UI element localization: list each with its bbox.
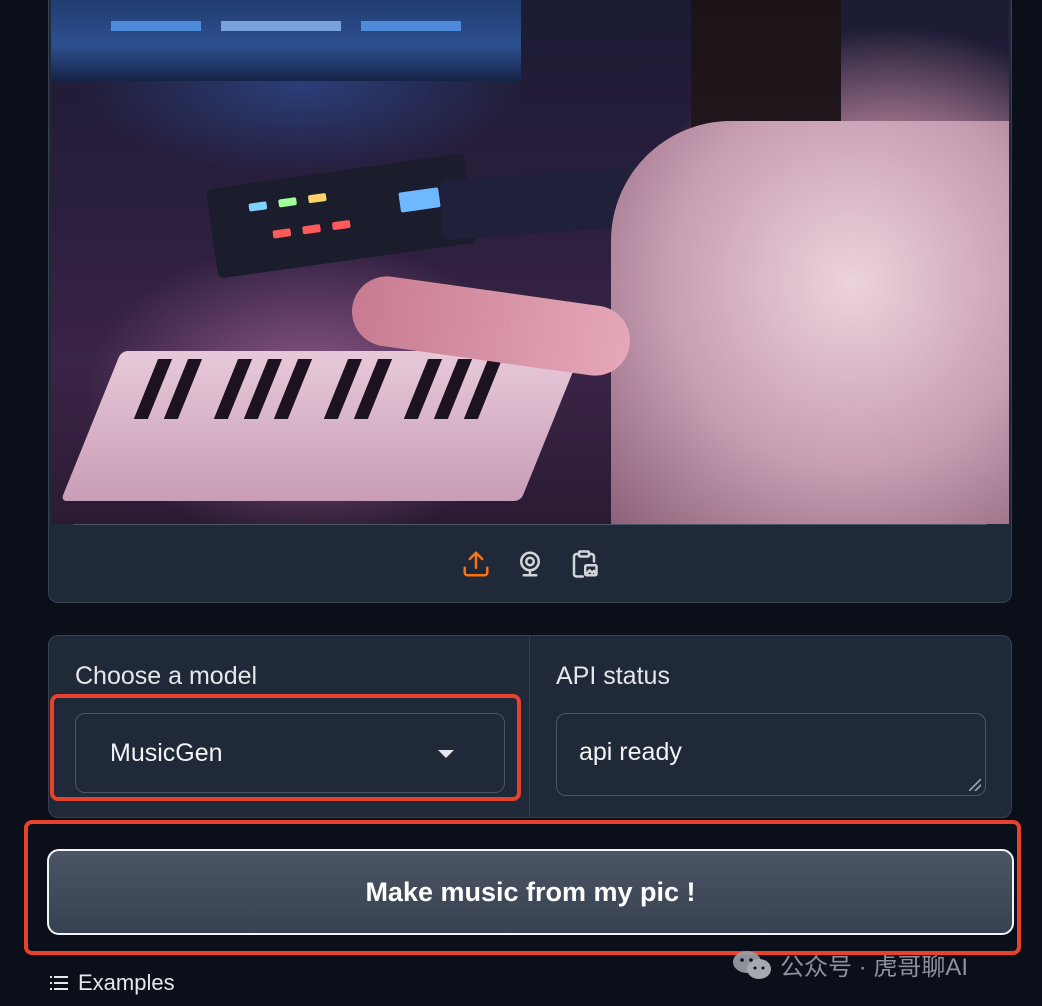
api-status-value: api ready	[579, 738, 682, 766]
clipboard-paste-icon[interactable]	[567, 547, 601, 581]
examples-accordion[interactable]: Examples	[50, 970, 175, 996]
image-input-panel	[48, 0, 1012, 603]
api-status-group: API status api ready	[530, 636, 1011, 817]
photo-monitor	[51, 0, 521, 81]
watermark: 公众号 · 虎哥聊AI	[732, 947, 968, 982]
model-selector-group: Choose a model MusicGen	[49, 636, 530, 817]
model-dropdown-value: MusicGen	[110, 738, 223, 767]
uploaded-photo	[51, 0, 1009, 524]
api-status-textarea[interactable]: api ready	[556, 713, 986, 796]
photo-jacket	[611, 121, 1009, 524]
chevron-down-icon	[438, 750, 454, 758]
photo-keyboard	[60, 351, 582, 501]
model-dropdown[interactable]: MusicGen	[75, 713, 505, 793]
make-music-button[interactable]: Make music from my pic !	[47, 849, 1014, 935]
image-source-toolbar	[49, 524, 1011, 602]
watermark-text: 公众号 · 虎哥聊AI	[780, 954, 969, 981]
wechat-icon	[733, 950, 771, 979]
examples-label: Examples	[78, 970, 175, 995]
resize-handle-icon[interactable]	[969, 779, 981, 791]
list-icon	[50, 976, 68, 990]
upload-icon[interactable]	[459, 547, 493, 581]
photo-mixer	[206, 153, 476, 279]
model-selector-label: Choose a model	[75, 662, 258, 690]
webcam-icon[interactable]	[513, 547, 547, 581]
api-status-label: API status	[556, 662, 670, 690]
controls-panel: Choose a model MusicGen API status api r…	[48, 635, 1012, 818]
